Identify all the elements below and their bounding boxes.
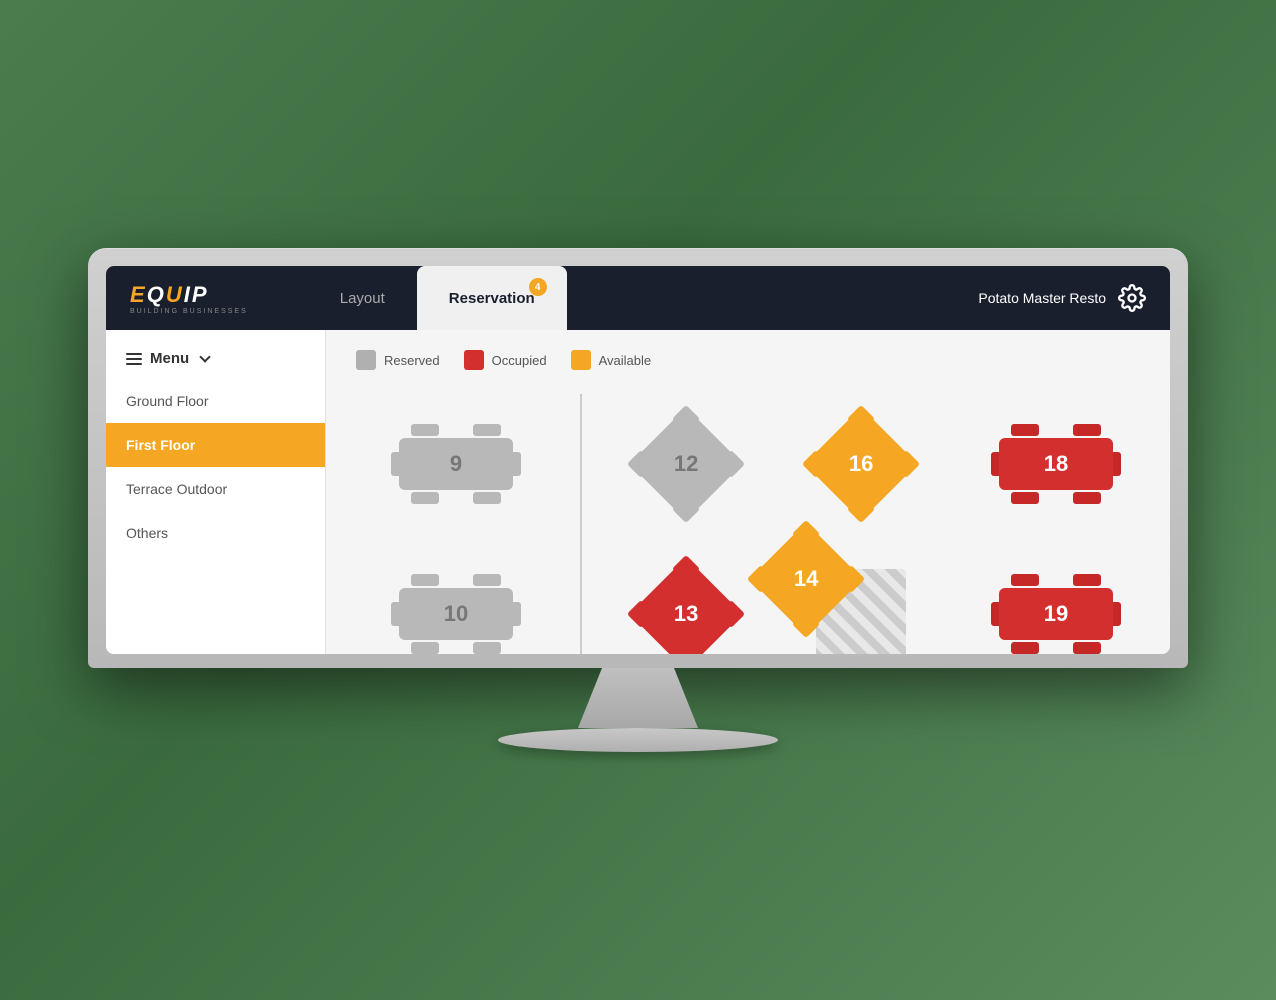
sidebar-item-terrace-outdoor[interactable]: Terrace Outdoor xyxy=(106,467,325,511)
monitor-stand-neck xyxy=(578,668,698,728)
main-content: Menu Ground Floor First Floor Terrace Ou… xyxy=(106,330,1170,654)
app-container: EQUIP BUILDING BUSINESSES Layout Reserva… xyxy=(106,266,1170,654)
monitor-stand-base xyxy=(498,728,778,752)
legend-occupied: Occupied xyxy=(464,350,547,370)
sidebar-menu-header[interactable]: Menu xyxy=(106,338,325,379)
legend-dot-reserved xyxy=(356,350,376,370)
table-13[interactable]: 13 xyxy=(631,559,741,654)
table-18[interactable]: 18 xyxy=(991,424,1121,504)
table-14[interactable]: 14 xyxy=(726,524,886,634)
vertical-divider xyxy=(580,394,582,654)
tab-layout[interactable]: Layout xyxy=(308,266,417,330)
logo: EQUIP BUILDING BUSINESSES xyxy=(130,282,248,315)
monitor-screen: EQUIP BUILDING BUSINESSES Layout Reserva… xyxy=(106,266,1170,654)
reservation-badge: 4 xyxy=(529,278,547,296)
legend-reserved: Reserved xyxy=(356,350,440,370)
legend-available: Available xyxy=(571,350,652,370)
chevron-down-icon xyxy=(200,351,211,362)
table-9[interactable]: 9 xyxy=(391,424,521,504)
restaurant-name: Potato Master Resto xyxy=(978,290,1106,306)
floor-plan: Reserved Occupied Available xyxy=(326,330,1170,654)
monitor-bezel: EQUIP BUILDING BUSINESSES Layout Reserva… xyxy=(88,248,1188,668)
sidebar-item-others[interactable]: Others xyxy=(106,511,325,555)
sidebar-item-first-floor[interactable]: First Floor xyxy=(106,423,325,467)
nav-tabs: Layout Reservation 4 xyxy=(308,266,979,330)
sidebar-item-ground-floor[interactable]: Ground Floor xyxy=(106,379,325,423)
hamburger-icon xyxy=(126,353,142,365)
gear-icon[interactable] xyxy=(1118,284,1146,312)
header-right: Potato Master Resto xyxy=(978,284,1146,312)
table-19[interactable]: 19 xyxy=(991,574,1121,654)
table-14-container: 14 xyxy=(726,524,886,634)
header: EQUIP BUILDING BUSINESSES Layout Reserva… xyxy=(106,266,1170,330)
logo-text: EQUIP xyxy=(130,282,248,308)
table-16[interactable]: 16 xyxy=(806,409,916,519)
legend-dot-available xyxy=(571,350,591,370)
legend: Reserved Occupied Available xyxy=(356,350,1140,370)
table-10[interactable]: 10 xyxy=(391,574,521,654)
logo-sub: BUILDING BUSINESSES xyxy=(130,308,248,315)
sidebar: Menu Ground Floor First Floor Terrace Ou… xyxy=(106,330,326,654)
tab-reservation[interactable]: Reservation 4 xyxy=(417,266,567,330)
legend-dot-occupied xyxy=(464,350,484,370)
table-12[interactable]: 12 xyxy=(631,409,741,519)
